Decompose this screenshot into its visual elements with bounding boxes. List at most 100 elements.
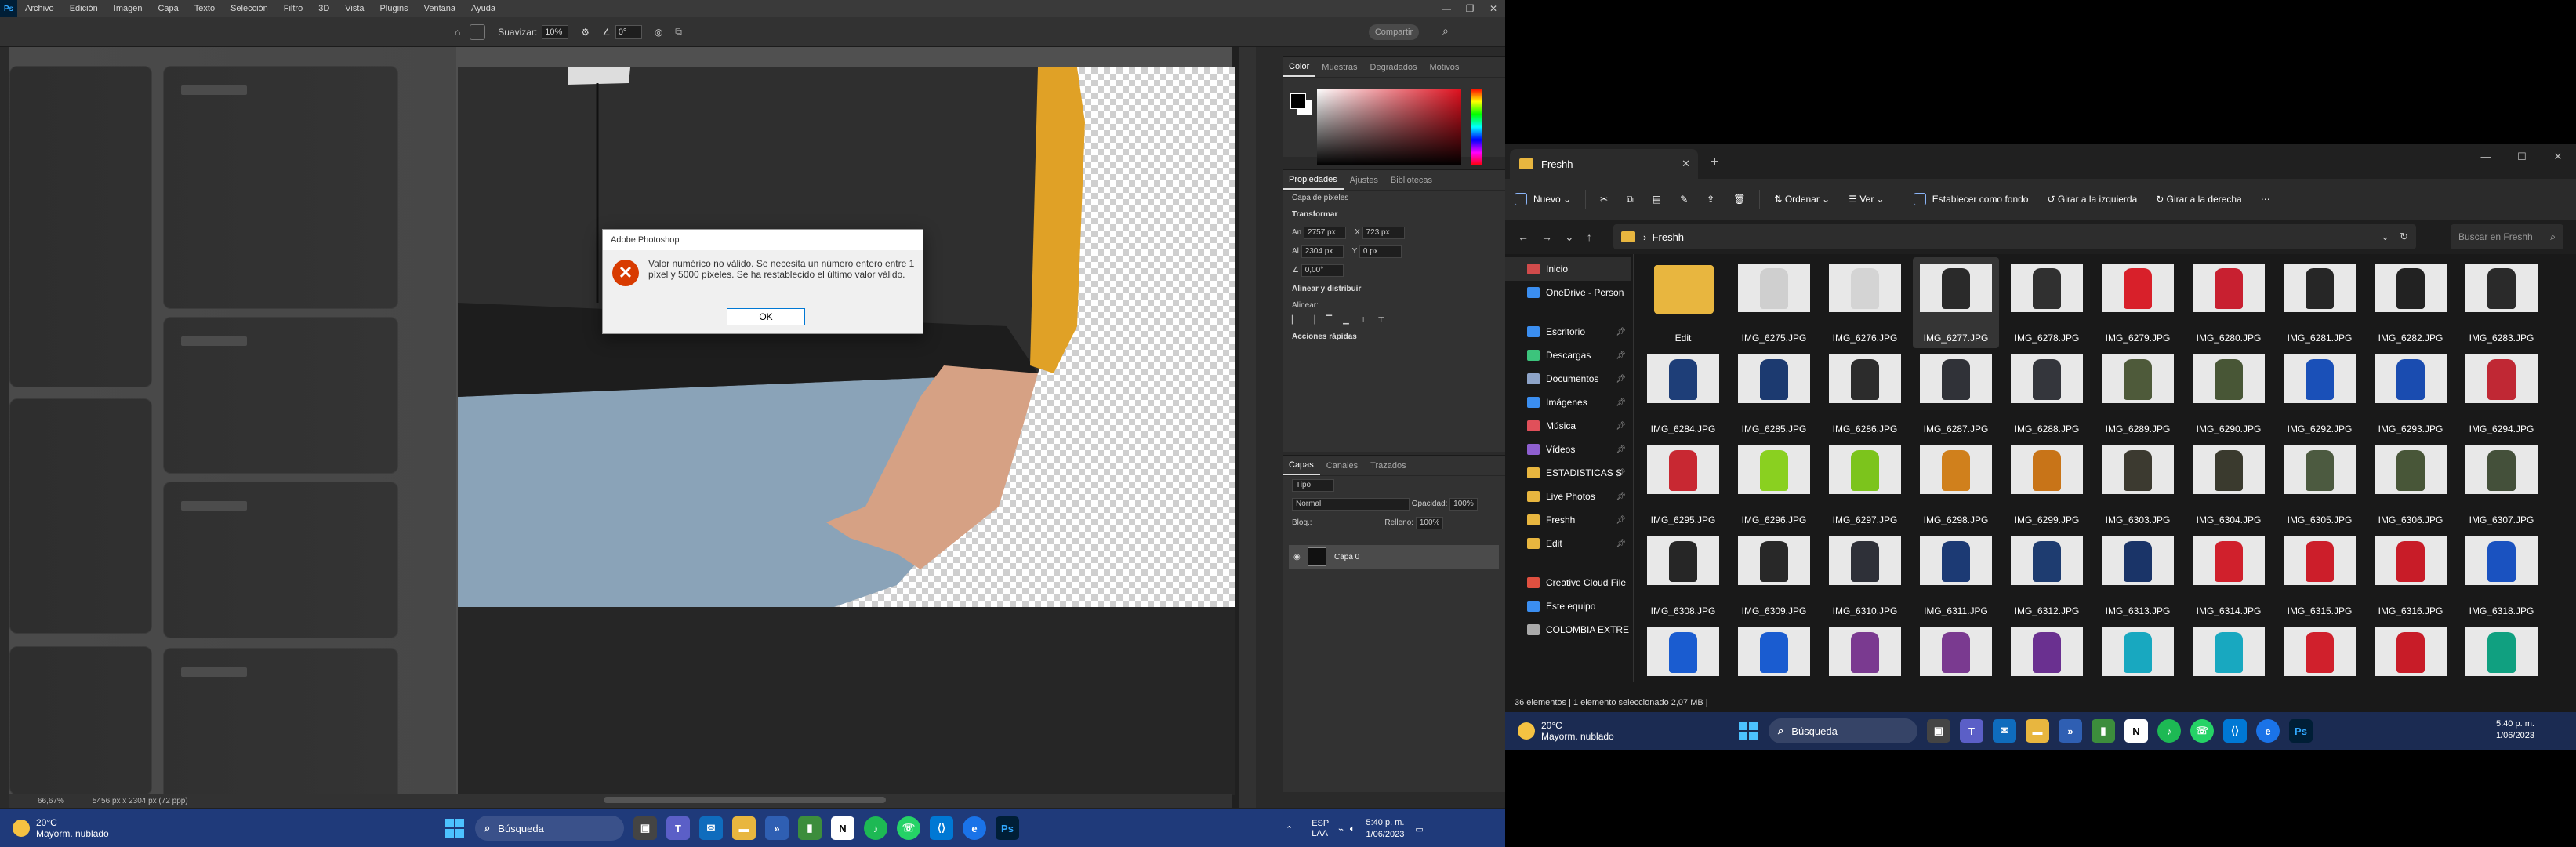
file-tile[interactable]: IMG_6305.JPG — [2277, 439, 2363, 530]
new-tab-icon[interactable]: + — [1711, 154, 1719, 170]
powerautomate-icon[interactable]: » — [2059, 719, 2082, 743]
gear-icon[interactable]: ⚙ — [581, 27, 590, 38]
file-tile[interactable]: IMG_6309.JPG — [1731, 530, 1817, 621]
menu-item[interactable]: Plugins — [372, 4, 416, 13]
home-icon[interactable]: ⌂ — [455, 27, 460, 38]
sidebar-item[interactable]: OneDrive - Person — [1505, 281, 1631, 304]
recent-chevron-icon[interactable]: ⌄ — [1565, 231, 1574, 244]
chevron-up-icon[interactable]: ⌃ — [1286, 824, 1293, 834]
file-tile[interactable] — [2458, 621, 2545, 681]
minimize-icon[interactable]: — — [2468, 144, 2504, 169]
ps-toolbar[interactable] — [0, 47, 9, 808]
panel-tab[interactable]: Motivos — [1423, 63, 1465, 72]
file-tile[interactable]: IMG_6278.JPG — [2004, 257, 2090, 348]
file-tile[interactable]: IMG_6298.JPG — [1913, 439, 1999, 530]
file-tile[interactable]: IMG_6282.JPG — [2367, 257, 2454, 348]
panel-tab[interactable]: Degradados — [1364, 63, 1424, 72]
height-input[interactable]: 2304 px — [1301, 245, 1344, 258]
panel-tab[interactable]: Ajustes — [1344, 176, 1384, 185]
task-view-icon[interactable]: ▣ — [1927, 719, 1950, 743]
photoshop-icon[interactable]: Ps — [2289, 719, 2313, 743]
copy-icon[interactable]: ⧉ — [1627, 194, 1634, 205]
file-tile[interactable]: IMG_6303.JPG — [2095, 439, 2181, 530]
file-tile[interactable]: IMG_6275.JPG — [1731, 257, 1817, 348]
file-explorer-icon[interactable]: ▬ — [2026, 719, 2049, 743]
spotify-icon[interactable]: ♪ — [2157, 719, 2181, 743]
minimize-icon[interactable]: — — [1435, 0, 1458, 17]
menu-item[interactable]: Filtro — [276, 4, 310, 13]
file-tile[interactable]: IMG_6284.JPG — [1640, 348, 1726, 439]
pressure-icon[interactable]: ◎ — [655, 27, 662, 38]
panel-tab[interactable]: Color — [1283, 58, 1316, 77]
sort-button[interactable]: ⇅ Ordenar ⌄ — [1774, 194, 1830, 205]
y-input[interactable]: 0 px — [1359, 245, 1402, 258]
blend-mode-select[interactable]: Normal — [1292, 498, 1410, 511]
ps-logo-icon[interactable]: Ps — [0, 0, 17, 17]
file-explorer-icon[interactable]: ▬ — [732, 816, 756, 840]
symmetry-icon[interactable]: ⧉ — [675, 26, 682, 38]
file-tile[interactable] — [2095, 621, 2181, 681]
rename-icon[interactable]: ✎ — [1680, 194, 1688, 205]
file-tile[interactable]: IMG_6289.JPG — [2095, 348, 2181, 439]
angle-input[interactable]: 0° — [615, 24, 642, 39]
mail-icon[interactable]: ✉ — [1993, 719, 2016, 743]
visibility-eye-icon[interactable]: ◉ — [1293, 553, 1301, 562]
file-tile[interactable]: IMG_6283.JPG — [2458, 257, 2545, 348]
notifications-icon[interactable]: ▭ — [1415, 824, 1423, 834]
align-buttons[interactable]: ▏▕▔▁⊥⊤ — [1283, 313, 1505, 328]
rotate-left-button[interactable]: ↺ Girar a la izquierda — [2047, 194, 2137, 205]
file-tile[interactable]: IMG_6280.JPG — [2186, 257, 2272, 348]
sidebar-item[interactable]: Documentos 📌︎ — [1505, 367, 1631, 391]
horizontal-scrollbar[interactable] — [604, 797, 886, 803]
sidebar-item[interactable]: Descargas 📌︎ — [1505, 344, 1631, 367]
file-tile[interactable]: IMG_6287.JPG — [1913, 348, 1999, 439]
weather-widget[interactable]: 20°C Mayorm. nublado — [1518, 720, 1614, 742]
chevron-down-icon[interactable]: ⌄ — [2381, 231, 2389, 243]
file-tile[interactable]: IMG_6304.JPG — [2186, 439, 2272, 530]
explorer-search-input[interactable]: Buscar en Freshh ⌕ — [2451, 224, 2563, 249]
file-tile[interactable]: IMG_6311.JPG — [1913, 530, 1999, 621]
file-tile[interactable]: IMG_6295.JPG — [1640, 439, 1726, 530]
vscode-icon[interactable]: ⟨⟩ — [930, 816, 953, 840]
cut-icon[interactable]: ✂ — [1600, 194, 1608, 205]
file-tile[interactable]: IMG_6312.JPG — [2004, 530, 2090, 621]
forward-icon[interactable]: → — [1541, 231, 1552, 243]
close-icon[interactable]: ✕ — [1482, 0, 1505, 17]
file-tile[interactable]: IMG_6316.JPG — [2367, 530, 2454, 621]
layer-filter-select[interactable]: Tipo — [1292, 479, 1334, 492]
menu-item[interactable]: Archivo — [17, 4, 62, 13]
menu-item[interactable]: Texto — [187, 4, 223, 13]
task-view-icon[interactable]: ▣ — [633, 816, 657, 840]
quick-actions-title[interactable]: Acciones rápidas — [1283, 328, 1505, 346]
sidebar-item[interactable]: Freshh 📌︎ — [1505, 508, 1631, 532]
zoom-level[interactable]: 66,67% — [38, 797, 64, 805]
hue-slider[interactable] — [1471, 89, 1482, 165]
edge-icon[interactable]: e — [963, 816, 986, 840]
sidebar-item[interactable]: Imágenes 📌︎ — [1505, 391, 1631, 414]
up-icon[interactable]: ↑ — [1587, 231, 1592, 243]
angle-input[interactable]: 0,00° — [1301, 264, 1344, 277]
panel-tab[interactable]: Propiedades — [1283, 171, 1344, 190]
clock[interactable]: 5:40 p. m. 1/06/2023 — [2496, 718, 2534, 742]
file-tile[interactable]: IMG_6313.JPG — [2095, 530, 2181, 621]
width-input[interactable]: 2757 px — [1304, 227, 1347, 239]
file-tile[interactable]: IMG_6290.JPG — [2186, 348, 2272, 439]
sidebar-item[interactable]: Edit 📌︎ — [1505, 532, 1631, 555]
refresh-icon[interactable]: ↻ — [2400, 231, 2408, 243]
notion-icon[interactable]: N — [2124, 719, 2148, 743]
sidebar-item[interactable]: Creative Cloud File — [1505, 571, 1631, 594]
volume-icon[interactable]: 🔈︎ — [1350, 824, 1355, 834]
foreground-color-swatch[interactable] — [1290, 93, 1306, 109]
search-icon[interactable]: ⌕ — [1442, 24, 1457, 38]
menu-item[interactable]: Capa — [150, 4, 186, 13]
photoshop-icon[interactable]: Ps — [996, 816, 1019, 840]
weather-widget[interactable]: 20°C Mayorm. nublado — [13, 817, 109, 839]
file-tile[interactable]: IMG_6285.JPG — [1731, 348, 1817, 439]
path-segment[interactable]: Freshh — [1653, 231, 1684, 243]
sidebar-item[interactable]: Live Photos 📌︎ — [1505, 485, 1631, 508]
file-tile[interactable]: IMG_6318.JPG — [2458, 530, 2545, 621]
file-tile[interactable]: IMG_6306.JPG — [2367, 439, 2454, 530]
file-tile[interactable]: IMG_6308.JPG — [1640, 530, 1726, 621]
opacity-input[interactable]: 100% — [1449, 498, 1478, 511]
sidebar-item[interactable]: Vídeos 📌︎ — [1505, 438, 1631, 461]
